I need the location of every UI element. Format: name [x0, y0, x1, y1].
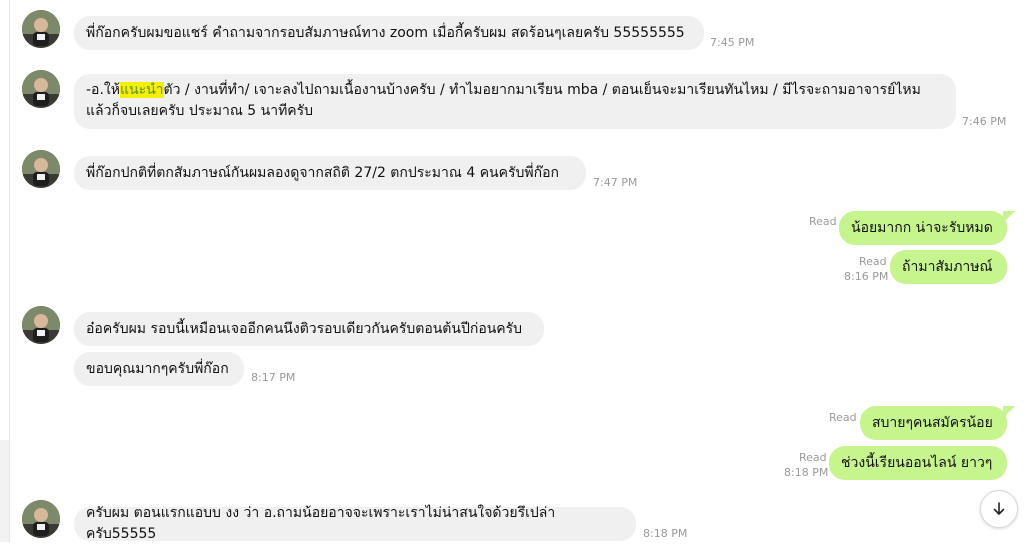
- message-text: ถ้ามาสัมภาษณ์: [902, 258, 993, 275]
- highlighted-word: แนะนำ: [119, 82, 164, 98]
- message-text: สบายๆคนสมัครน้อย: [872, 414, 993, 431]
- message-text-part: ตัว / งานที่ทำ/ เจาะลงไปถามเนื้องานบ้างค…: [163, 82, 921, 98]
- message-bubble[interactable]: พี่ก๊อกครับผมขอแชร์ คำถามจากรอบสัมภาษณ์ท…: [74, 16, 704, 50]
- message-text: ขอบคุณมากๆครับพี่ก๊อก: [86, 360, 229, 377]
- read-receipt: Read: [859, 255, 887, 268]
- message-bubble[interactable]: -อ.ให้แนะนำตัว / งานที่ทำ/ เจาะลงไปถามเน…: [74, 74, 956, 129]
- message-time: 8:18 PM: [643, 527, 688, 540]
- read-receipt: Read: [829, 411, 857, 424]
- avatar-image: [22, 150, 60, 188]
- message-time: 7:46 PM: [962, 115, 1007, 128]
- message-bubble[interactable]: อ๋อครับผม รอบนี้เหมือนเจออีกคนนึงติวรอบเ…: [74, 312, 544, 346]
- message-bubble-outgoing[interactable]: สบายๆคนสมัครน้อย: [860, 406, 1007, 440]
- left-divider: [9, 0, 10, 542]
- message-text: อ๋อครับผม รอบนี้เหมือนเจออีกคนนึงติวรอบเ…: [86, 320, 523, 337]
- message-bubble[interactable]: พี่ก๊อกปกติที่ตกสัมภาษณ์กันผมลองดูจากสถิ…: [74, 156, 586, 190]
- avatar-image: [22, 70, 60, 108]
- message-time: 7:45 PM: [710, 36, 755, 49]
- message-bubble[interactable]: ครับผม ตอนแรกแอบบ งง ว่า อ.ถามน้อยอาจจะเ…: [74, 505, 636, 542]
- avatar[interactable]: [22, 10, 60, 48]
- avatar-image: [22, 10, 60, 48]
- message-time: 8:17 PM: [251, 371, 296, 384]
- avatar-image: [22, 306, 60, 344]
- side-panel-edge: [0, 440, 9, 542]
- bubble-tail: [1003, 406, 1015, 418]
- message-bubble-outgoing[interactable]: ช่วงนี้เรียนออนไลน์ ยาวๆ: [829, 446, 1007, 480]
- message-text-line2: แล้วก็จบเลยครับ ประมาณ 5 นาทีครับ: [86, 103, 314, 119]
- avatar[interactable]: [22, 70, 60, 108]
- avatar-image: [22, 500, 60, 538]
- message-text: พี่ก๊อกปกติที่ตกสัมภาษณ์กันผมลองดูจากสถิ…: [86, 164, 559, 181]
- message-time: 8:18 PM: [784, 466, 829, 479]
- message-bubble[interactable]: ขอบคุณมากๆครับพี่ก๊อก: [74, 352, 244, 386]
- avatar[interactable]: [22, 306, 60, 344]
- message-bubble-outgoing[interactable]: น้อยมากก น่าจะรับหมด: [839, 211, 1007, 245]
- message-text: ช่วงนี้เรียนออนไลน์ ยาวๆ: [841, 454, 993, 471]
- scroll-to-bottom-button[interactable]: [980, 490, 1018, 528]
- message-text: ครับผม ตอนแรกแอบบ งง ว่า อ.ถามน้อยอาจจะเ…: [86, 505, 556, 542]
- message-bubble-outgoing[interactable]: ถ้ามาสัมภาษณ์: [890, 250, 1007, 284]
- read-receipt: Read: [809, 215, 837, 228]
- bubble-tail: [1003, 211, 1015, 223]
- message-text: พี่ก๊อกครับผมขอแชร์ คำถามจากรอบสัมภาษณ์ท…: [86, 24, 685, 41]
- avatar[interactable]: [22, 500, 60, 538]
- message-time: 8:16 PM: [844, 270, 889, 283]
- message-text: -อ.ให้แนะนำตัว / งานที่ทำ/ เจาะลงไปถามเน…: [86, 80, 921, 122]
- message-text: น้อยมากก น่าจะรับหมด: [851, 219, 993, 236]
- message-time: 7:47 PM: [593, 176, 638, 189]
- arrow-down-icon: [993, 502, 1005, 515]
- read-receipt: Read: [799, 451, 827, 464]
- avatar[interactable]: [22, 150, 60, 188]
- message-text-part: -อ.ให้: [86, 82, 120, 98]
